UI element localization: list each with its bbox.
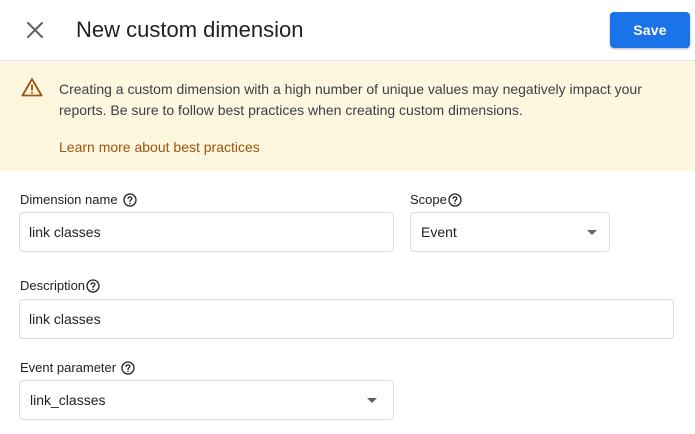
dialog-header: New custom dimension Save xyxy=(0,0,695,61)
scope-selected-value: Event xyxy=(421,224,457,240)
chevron-down-icon xyxy=(367,398,377,403)
chevron-down-icon xyxy=(587,230,597,235)
dimension-name-label: Dimension name xyxy=(20,192,137,208)
learn-more-link[interactable]: Learn more about best practices xyxy=(59,139,260,155)
help-icon[interactable] xyxy=(121,361,135,375)
close-button[interactable] xyxy=(22,17,48,43)
event-parameter-label-text: Event parameter xyxy=(20,360,117,375)
help-icon[interactable] xyxy=(122,193,137,207)
warning-icon xyxy=(21,78,43,97)
page-title: New custom dimension xyxy=(76,17,304,42)
scope-label: Scope xyxy=(410,192,462,208)
description-input[interactable] xyxy=(19,299,674,339)
scope-label-text: Scope xyxy=(410,192,447,207)
event-parameter-selected-value: link_classes xyxy=(30,392,106,408)
help-icon[interactable] xyxy=(448,193,462,207)
warning-message: Creating a custom dimension with a high … xyxy=(59,81,642,118)
description-label-text: Description xyxy=(20,278,86,293)
close-icon xyxy=(27,22,43,38)
save-button[interactable]: Save xyxy=(610,12,690,48)
dimension-name-input[interactable] xyxy=(19,212,394,252)
help-icon[interactable] xyxy=(86,279,100,293)
description-label: Description xyxy=(20,278,100,294)
event-parameter-label: Event parameter xyxy=(20,360,135,376)
event-parameter-select[interactable]: link_classes xyxy=(19,380,394,420)
dimension-name-label-text: Dimension name xyxy=(20,192,118,207)
scope-select[interactable]: Event xyxy=(410,212,610,252)
warning-banner: Creating a custom dimension with a high … xyxy=(0,62,695,171)
